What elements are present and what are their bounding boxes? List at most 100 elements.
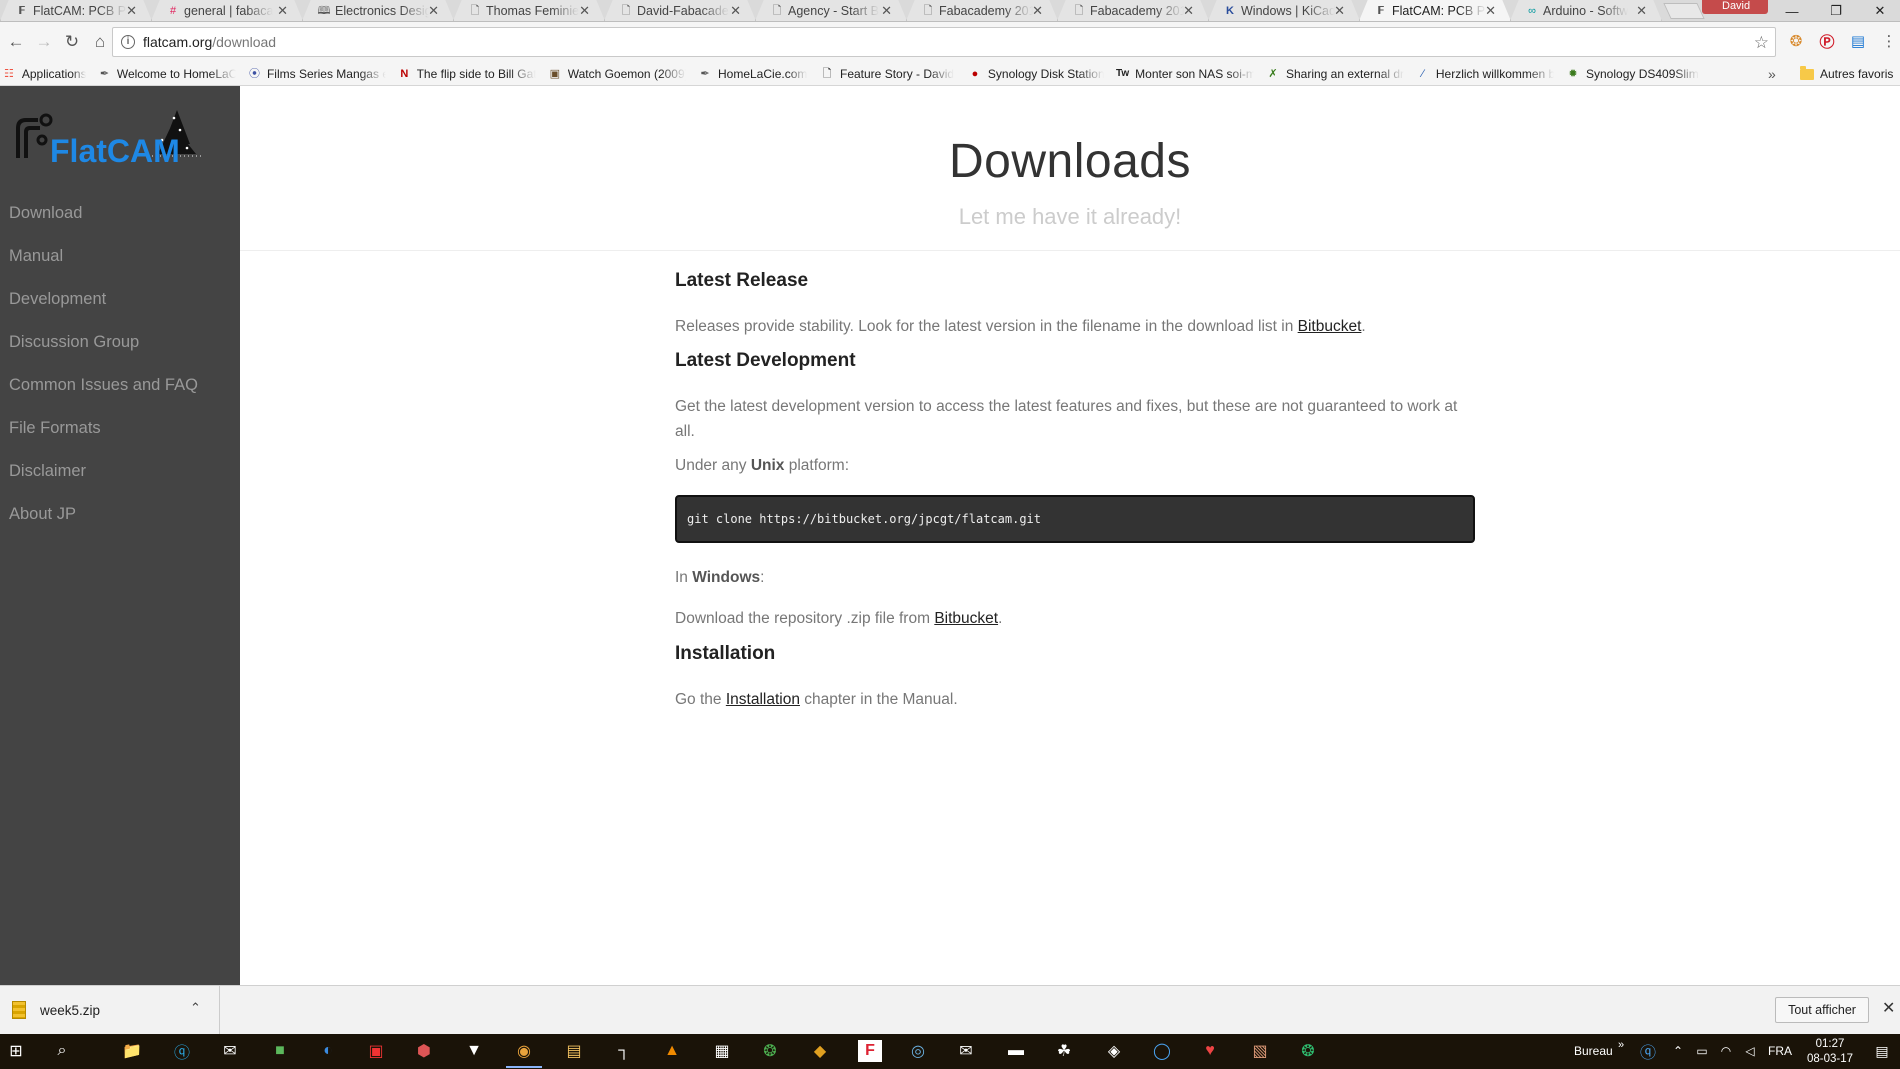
fritzing-icon[interactable]: F — [858, 1040, 882, 1062]
bookmark-item[interactable]: 🗋 Feature Story - David — [814, 62, 962, 86]
browser-tab[interactable]: 🗋 Agency - Start B ✕ — [755, 0, 907, 21]
minimize-icon[interactable]: — — [1770, 0, 1814, 22]
bookmark-item[interactable]: ▣ Watch Goemon (2009) — [542, 62, 692, 86]
inkscape-icon[interactable]: ▼ — [462, 1040, 486, 1062]
tray-chevron-up-icon[interactable]: ⌃ — [1666, 1040, 1690, 1062]
window-close-icon[interactable]: ✕ — [1858, 0, 1900, 22]
close-icon[interactable]: ✕ — [277, 3, 288, 19]
file-explorer-icon[interactable]: 📁 — [120, 1040, 144, 1062]
help-icon[interactable]: ⓠ — [1636, 1040, 1660, 1062]
close-icon[interactable]: ✕ — [1636, 3, 1647, 19]
app-ring-icon[interactable]: ◯ — [1150, 1040, 1174, 1062]
bookmark-item[interactable]: ✒ HomeLaCie.com — [692, 62, 814, 86]
browser-tab[interactable]: 𝗙 FlatCAM: PCB Pr ✕ — [0, 0, 152, 21]
close-icon[interactable]: ✕ — [881, 3, 892, 19]
flatcam-icon[interactable]: ┐ — [612, 1040, 636, 1062]
browser-tab[interactable]: ∞ Arduino - Softw ✕ — [1510, 0, 1662, 21]
windows-start-icon[interactable]: ⊞ — [4, 1040, 28, 1062]
browser-tab-active[interactable]: 𝗙 FlatCAM: PCB Pr ✕ — [1359, 0, 1511, 21]
git-clone-code-block[interactable]: git clone https://bitbucket.org/jpcgt/fl… — [675, 495, 1475, 543]
sidebar-item-discussion-group[interactable]: Discussion Group — [0, 321, 240, 364]
browser-tab[interactable]: 🗋 David-Fabacade ✕ — [604, 0, 756, 21]
extension-icon[interactable]: ❂ — [1785, 30, 1807, 52]
site-info-icon[interactable]: i — [121, 35, 135, 49]
thunderbird-icon[interactable]: ◐ — [316, 1040, 340, 1062]
bitbucket-link[interactable]: Bitbucket — [1298, 318, 1362, 335]
close-icon[interactable]: ✕ — [1485, 3, 1496, 19]
back-arrow-icon[interactable]: ← — [4, 30, 28, 54]
battery-icon[interactable]: ▭ — [1690, 1040, 1714, 1062]
search-icon[interactable]: ⌕ — [50, 1040, 74, 1062]
mail-icon[interactable]: ✉ — [218, 1040, 242, 1062]
flatcam-logo[interactable]: FlatCAM — [12, 100, 222, 180]
notifications-icon[interactable]: ▤ — [1870, 1040, 1894, 1062]
vlc-icon[interactable]: ▲ — [660, 1040, 684, 1062]
sidebar-item-disclaimer[interactable]: Disclaimer — [0, 450, 240, 493]
chevron-up-icon[interactable]: ⌃ — [190, 1000, 201, 1016]
app-envelope-icon[interactable]: ✉ — [954, 1040, 978, 1062]
desktop-toolbar-label[interactable]: Bureau — [1574, 1034, 1613, 1069]
bitbucket-link[interactable]: Bitbucket — [934, 610, 998, 627]
forward-arrow-icon[interactable]: → — [32, 30, 56, 54]
sidebar-item-development[interactable]: Development — [0, 278, 240, 321]
pinterest-icon[interactable]: Ⓟ — [1816, 30, 1838, 52]
installation-link[interactable]: Installation — [726, 691, 800, 708]
bookmark-item[interactable]: TwMonter son NAS soi-même — [1110, 62, 1260, 86]
close-icon[interactable]: ✕ — [730, 3, 741, 19]
bookmark-item[interactable]: ✒ Welcome to HomeLaCie — [92, 62, 242, 86]
sidebar-item-file-formats[interactable]: File Formats — [0, 407, 240, 450]
download-item[interactable]: week5.zip ⌃ — [0, 986, 220, 1034]
toolbar-expand-chevron-icon[interactable]: » — [1618, 1028, 1624, 1063]
more-bookmarks-chevron-icon[interactable]: » — [1768, 62, 1776, 86]
acrobat-icon[interactable]: ▣ — [364, 1040, 388, 1062]
calendar-extension-icon[interactable]: ▤ — [1847, 30, 1869, 52]
app-diamond-icon[interactable]: ◈ — [1102, 1040, 1126, 1062]
bookmark-item[interactable]: NThe flip side to Bill Gates — [392, 62, 542, 86]
bookmark-item[interactable]: ☷ Applications — [0, 62, 92, 86]
new-tab-button[interactable] — [1663, 3, 1705, 19]
app-document-icon[interactable]: ▤ — [562, 1040, 586, 1062]
show-all-downloads-button[interactable]: Tout afficher — [1775, 997, 1869, 1023]
bookmark-item[interactable]: ⦿ Films Series Mangas en — [242, 62, 392, 86]
browser-tab[interactable]: 🕮 Electronics Desig ✕ — [302, 0, 454, 21]
calculator-icon[interactable]: ▦ — [710, 1040, 734, 1062]
home-icon[interactable]: ⌂ — [88, 30, 112, 54]
browser-menu-icon[interactable]: ⋮ — [1878, 30, 1900, 52]
browser-tab[interactable]: 🗋 Fabacademy 201 ✕ — [906, 0, 1058, 21]
browser-tab[interactable]: K Windows | KiCad ✕ — [1208, 0, 1360, 21]
sidebar-item-manual[interactable]: Manual — [0, 235, 240, 278]
close-icon[interactable]: ✕ — [126, 3, 137, 19]
address-bar[interactable]: i flatcam.org/download ☆ — [112, 27, 1776, 57]
other-bookmarks-folder[interactable]: Autres favoris — [1800, 62, 1893, 86]
browser-tab[interactable]: # general | fabaca ✕ — [151, 0, 303, 21]
sidebar-item-common-issues-faq[interactable]: Common Issues and FAQ — [0, 364, 240, 407]
app-q-icon[interactable]: ⓠ — [170, 1040, 194, 1062]
sidebar-item-about-jp[interactable]: About JP — [0, 493, 240, 536]
git-icon[interactable]: ◆ — [808, 1040, 832, 1062]
browser-tab[interactable]: 🗋 Thomas Feminie ✕ — [453, 0, 605, 21]
app-hat-icon[interactable]: ▬ — [1004, 1040, 1028, 1062]
close-icon[interactable]: ✕ — [1334, 3, 1345, 19]
close-icon[interactable]: ✕ — [1882, 998, 1895, 1018]
browser-tab[interactable]: 🗋 Fabacademy 201 ✕ — [1057, 0, 1209, 21]
volume-icon[interactable]: ◁ — [1738, 1040, 1762, 1062]
app-arduino-icon[interactable]: ❂ — [1296, 1040, 1320, 1062]
reload-icon[interactable]: ↻ — [60, 30, 84, 54]
close-icon[interactable]: ✕ — [1183, 3, 1194, 19]
wifi-icon[interactable]: ◠ — [1714, 1040, 1738, 1062]
app-globe-icon[interactable]: ◎ — [906, 1040, 930, 1062]
close-icon[interactable]: ✕ — [1032, 3, 1043, 19]
system-clock[interactable]: 01:27 08-03-17 — [1800, 1037, 1860, 1067]
sidebar-item-download[interactable]: Download — [0, 192, 240, 235]
app-folder-icon[interactable]: ▧ — [1248, 1040, 1272, 1062]
bookmark-item[interactable]: ✹ Synology DS409Slim — [1560, 62, 1710, 86]
app-green-icon[interactable]: ❂ — [758, 1040, 782, 1062]
input-language[interactable]: FRA — [1768, 1034, 1792, 1069]
bookmark-star-icon[interactable]: ☆ — [1754, 33, 1769, 53]
chrome-icon[interactable]: ◉ — [506, 1040, 542, 1068]
bookmark-item[interactable]: ✗ Sharing an external dr — [1260, 62, 1410, 86]
bookmark-item[interactable]: ∕ Herzlich willkommen b — [1410, 62, 1560, 86]
bookmark-item[interactable]: ● Synology Disk Station — [962, 62, 1110, 86]
evernote-icon[interactable]: ■ — [268, 1040, 292, 1062]
close-icon[interactable]: ✕ — [428, 3, 439, 19]
